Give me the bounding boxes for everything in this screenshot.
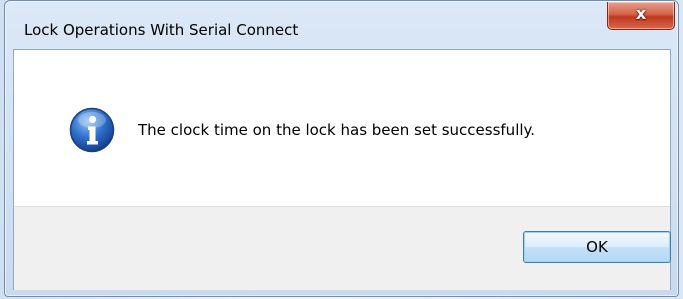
dialog-body: The clock time on the lock has been set … bbox=[13, 49, 671, 290]
message-dialog: Lock Operations With Serial Connect x Th… bbox=[4, 0, 679, 297]
close-button[interactable]: x bbox=[607, 2, 675, 30]
message-text: The clock time on the lock has been set … bbox=[138, 121, 536, 139]
title-bar[interactable]: Lock Operations With Serial Connect x bbox=[5, 1, 678, 49]
message-area: The clock time on the lock has been set … bbox=[14, 50, 670, 206]
ok-button[interactable]: OK bbox=[523, 231, 671, 263]
close-x-icon: x bbox=[635, 4, 647, 23]
button-bar: OK bbox=[14, 206, 671, 290]
dialog-title: Lock Operations With Serial Connect bbox=[24, 21, 299, 39]
information-icon bbox=[69, 107, 115, 153]
